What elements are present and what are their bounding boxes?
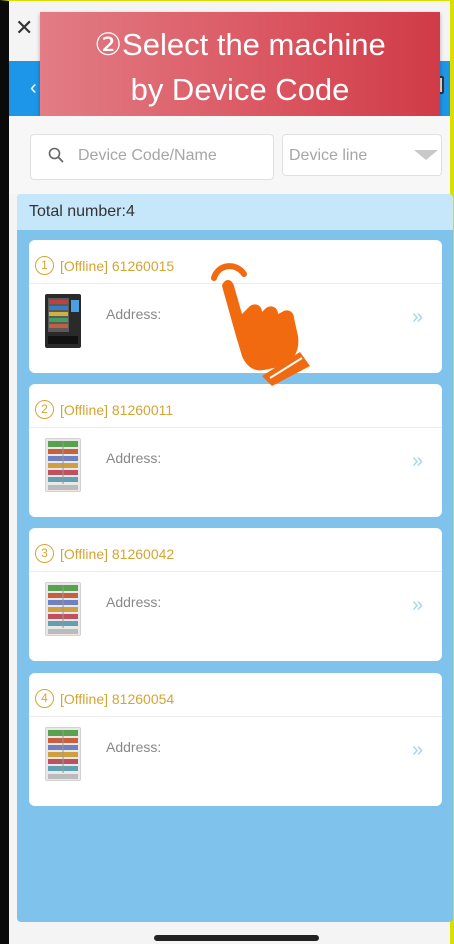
search-placeholder: Device Code/Name bbox=[78, 147, 217, 164]
search-icon bbox=[48, 147, 64, 163]
index-badge: 1 bbox=[35, 256, 54, 275]
address-label: Address: bbox=[106, 306, 162, 322]
double-chevron-right-icon[interactable]: » bbox=[412, 450, 423, 473]
vending-machine-image bbox=[45, 438, 81, 492]
device-code: 81260011 bbox=[111, 402, 174, 418]
device-code: 61260015 bbox=[111, 258, 175, 274]
instruction-banner: ②Select the machine by Device Code bbox=[40, 12, 440, 122]
double-chevron-right-icon[interactable]: » bbox=[412, 739, 423, 762]
index-badge: 2 bbox=[35, 400, 54, 419]
vending-machine-image bbox=[45, 727, 81, 781]
double-chevron-right-icon[interactable]: » bbox=[412, 594, 423, 617]
status-label: [Offline] bbox=[60, 546, 108, 562]
device-card[interactable]: 2 [Offline] 81260011 Address: » bbox=[29, 384, 442, 517]
dropdown-arrow-icon bbox=[414, 150, 438, 160]
vending-machine-dark-image bbox=[45, 294, 81, 348]
status-label: [Offline] bbox=[60, 402, 108, 418]
device-status-code: [Offline] 61260015 bbox=[60, 258, 174, 274]
address-label: Address: bbox=[106, 450, 162, 466]
index-badge: 4 bbox=[35, 689, 54, 708]
close-icon[interactable]: ✕ bbox=[15, 17, 33, 39]
vending-machine-image bbox=[45, 582, 81, 636]
double-chevron-right-icon[interactable]: » bbox=[412, 306, 423, 329]
device-status-code: [Offline] 81260011 bbox=[60, 402, 173, 418]
device-code: 81260054 bbox=[111, 691, 175, 707]
hand-pointer-icon bbox=[211, 263, 310, 386]
status-label: [Offline] bbox=[60, 258, 108, 274]
device-card[interactable]: 4 [Offline] 81260054 Address: » bbox=[29, 673, 442, 806]
banner-line-1: ②Select the machine bbox=[94, 27, 386, 62]
home-indicator[interactable] bbox=[154, 935, 319, 941]
back-icon[interactable]: ‹ bbox=[30, 77, 37, 100]
status-label: [Offline] bbox=[60, 691, 108, 707]
device-line-label: Device line bbox=[289, 147, 368, 164]
total-count: Total number:4 bbox=[29, 203, 135, 220]
device-status-code: [Offline] 81260042 bbox=[60, 546, 174, 562]
device-status-code: [Offline] 81260054 bbox=[60, 691, 174, 707]
device-code: 81260042 bbox=[111, 546, 175, 562]
address-label: Address: bbox=[106, 739, 162, 755]
index-badge: 3 bbox=[35, 544, 54, 563]
address-label: Address: bbox=[106, 594, 162, 610]
device-card[interactable]: 3 [Offline] 81260042 Address: » bbox=[29, 528, 442, 661]
banner-line-2: by Device Code bbox=[130, 72, 350, 107]
